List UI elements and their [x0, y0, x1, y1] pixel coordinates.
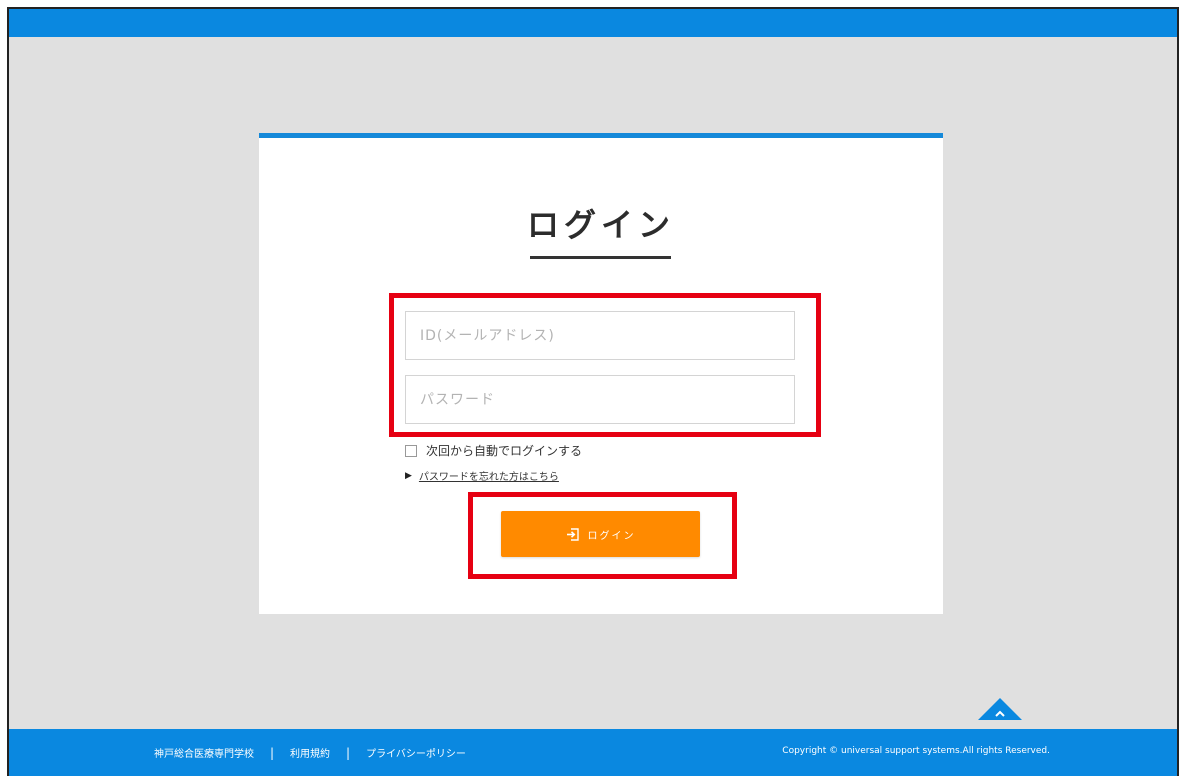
title-underline	[530, 256, 671, 259]
triangle-right-icon: ▶	[405, 470, 412, 481]
password-input[interactable]	[405, 375, 795, 424]
copyright-text: Copyright © universal support systems.Al…	[782, 746, 1050, 756]
id-email-input[interactable]	[405, 311, 795, 360]
remember-label: 次回から自動でログインする	[426, 444, 583, 458]
footer-link-school[interactable]: 神戸総合医療専門学校	[154, 745, 254, 760]
footer-link-privacy[interactable]: プライバシーポリシー	[366, 745, 466, 760]
remember-login[interactable]: 次回から自動でログインする	[405, 442, 582, 459]
login-button-label: ログイン	[587, 530, 636, 542]
forgot-password-link[interactable]: パスワードを忘れた方はこちら	[419, 468, 559, 483]
footer-separator: |	[346, 745, 351, 760]
login-card: ログイン 次回から自動でログインする ▶ パスワードを忘れた方はこちら ログイン	[259, 133, 943, 614]
header-bar	[9, 9, 1177, 37]
browser-viewport: ログイン 次回から自動でログインする ▶ パスワードを忘れた方はこちら ログイン	[7, 7, 1179, 776]
remember-checkbox[interactable]	[405, 444, 417, 457]
login-button[interactable]: ログイン	[501, 511, 700, 557]
footer-links: 神戸総合医療専門学校 | 利用規約 | プライバシーポリシー	[154, 745, 466, 761]
chevron-up-icon[interactable]	[992, 707, 1008, 721]
footer-separator: |	[270, 745, 275, 760]
page-title: ログイン	[526, 206, 675, 244]
sign-in-icon	[566, 527, 580, 541]
footer-link-terms[interactable]: 利用規約	[290, 745, 330, 760]
forgot-password: ▶ パスワードを忘れた方はこちら	[405, 468, 559, 484]
